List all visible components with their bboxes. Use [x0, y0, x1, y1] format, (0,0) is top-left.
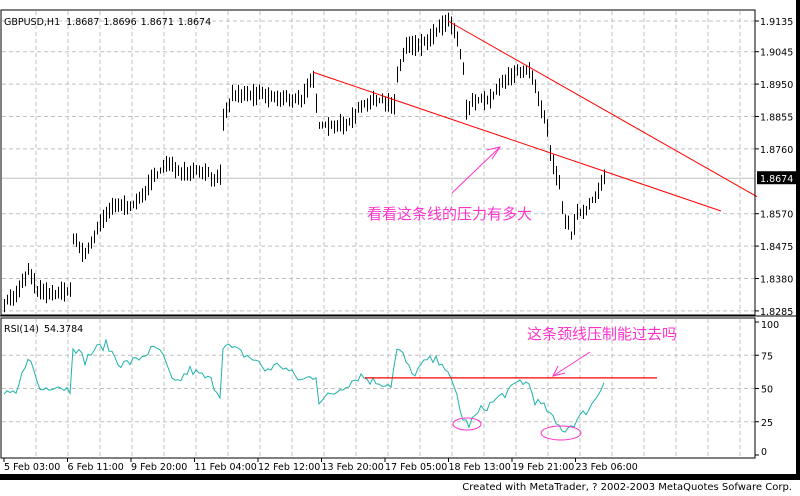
- price-tick-label: 1.8950: [760, 80, 793, 91]
- rsi-tick-label: 25: [761, 418, 773, 429]
- price-tick-label: 1.8285: [760, 307, 793, 318]
- rsi-series: [3, 338, 605, 433]
- rsi-header: RSI(14) 54.3784: [4, 324, 83, 335]
- rsi-tick-label: 0: [761, 447, 767, 458]
- price-tick-label: 1.8760: [760, 145, 793, 156]
- rsi-tick-label: 100: [761, 320, 779, 331]
- time-tick-label: 23 Feb 06:00: [576, 462, 638, 473]
- rsi-line: [3, 338, 605, 433]
- main-pane-frame: [0, 9, 756, 316]
- time-tick-label: 13 Feb 20:00: [322, 462, 384, 473]
- grid: [2, 11, 755, 457]
- rsi-axis: 100 75 50 25 0: [755, 320, 779, 458]
- time-tick-label: 5 Feb 03:00: [4, 462, 60, 473]
- time-tick-label: 12 Feb 12:00: [258, 462, 320, 473]
- time-tick-label: 19 Feb 21:00: [512, 462, 574, 473]
- right-edge: [796, 0, 800, 480]
- arrow-icon: [451, 146, 501, 194]
- time-tick-label: 9 Feb 20:00: [131, 462, 187, 473]
- time-tick-label: 17 Feb 05:00: [385, 462, 447, 473]
- current-price-label: 1.8674: [760, 174, 793, 185]
- price-tick-label: 1.9045: [760, 48, 793, 59]
- time-tick-label: 6 Feb 11:00: [68, 462, 124, 473]
- chart-canvas: GBPUSD,H1 1.8687 1.8696 1.8671 1.8674 RSI(14…: [0, 0, 800, 480]
- time-axis: 5 Feb 03:00 6 Feb 11:00 9 Feb 20:00 11 Feb …: [3, 458, 638, 473]
- rsi-annotation-text: 这条颈线压制能过去吗: [527, 325, 677, 343]
- rsi-tick-label: 75: [761, 351, 773, 362]
- symbol-header: GBPUSD,H1 1.8687 1.8696 1.8671 1.8674: [4, 17, 211, 28]
- price-axis: 1.9135 1.9045 1.8950 1.8855 1.8760 1.8570 1.84…: [755, 17, 796, 318]
- price-tick-label: 1.9135: [760, 17, 793, 28]
- price-annotation-text: 看看这条线的压力有多大: [367, 205, 532, 223]
- price-bars: [4, 12, 605, 313]
- time-tick-label: 18 Feb 13:00: [449, 462, 511, 473]
- rsi-tick-label: 50: [761, 385, 773, 396]
- price-tick-label: 1.8475: [760, 242, 793, 253]
- price-tick-label: 1.8380: [760, 274, 793, 285]
- time-tick-label: 11 Feb 04:00: [195, 462, 257, 473]
- bottom-band: [0, 474, 800, 480]
- price-tick-label: 1.8855: [760, 112, 793, 123]
- rsi-low-circle: [452, 417, 482, 431]
- footer-credit: Created with MetaTrader, ? 2002-2003 Met…: [462, 482, 792, 493]
- price-tick-label: 1.8570: [760, 210, 793, 221]
